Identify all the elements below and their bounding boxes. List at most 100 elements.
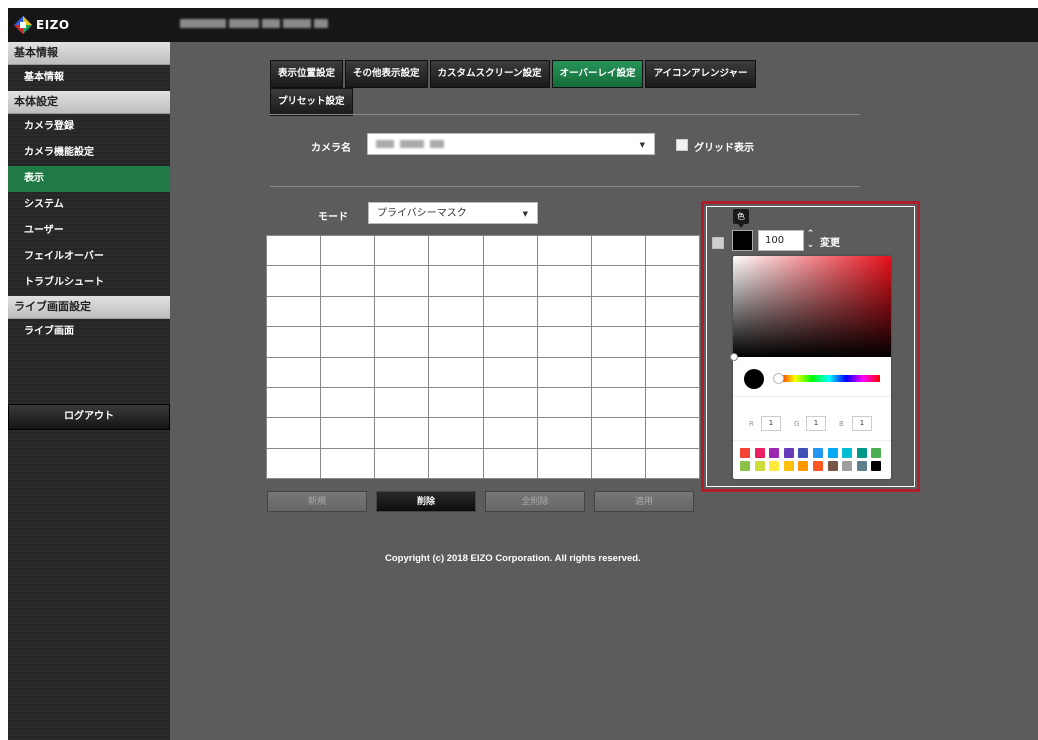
r-input[interactable]: 1 bbox=[761, 416, 781, 431]
mask-grid-cell[interactable] bbox=[537, 327, 591, 357]
hue-slider[interactable] bbox=[773, 373, 880, 384]
opacity-input[interactable]: 100 bbox=[758, 230, 804, 251]
palette-swatch[interactable] bbox=[812, 448, 823, 458]
mask-grid-cell[interactable] bbox=[429, 357, 483, 387]
mask-grid-cell[interactable] bbox=[591, 266, 645, 296]
mask-grid-cell[interactable] bbox=[429, 387, 483, 418]
palette-swatch[interactable] bbox=[871, 461, 882, 471]
mask-grid-cell[interactable] bbox=[591, 418, 645, 448]
palette-swatch[interactable] bbox=[754, 448, 765, 458]
mask-grid-cell[interactable] bbox=[375, 418, 429, 448]
mask-grid-cell[interactable] bbox=[591, 387, 645, 418]
sidebar-item-1-1[interactable]: カメラ機能設定 bbox=[8, 140, 170, 166]
palette-swatch[interactable] bbox=[769, 461, 780, 471]
palette-swatch[interactable] bbox=[856, 448, 867, 458]
mask-grid-cell[interactable] bbox=[537, 296, 591, 327]
sidebar-item-1-4[interactable]: ユーザー bbox=[8, 218, 170, 244]
palette-swatch[interactable] bbox=[812, 461, 823, 471]
mask-grid-cell[interactable] bbox=[483, 266, 537, 296]
mask-grid-cell[interactable] bbox=[375, 387, 429, 418]
mask-grid-cell[interactable] bbox=[321, 236, 375, 266]
chevron-down-icon[interactable]: ⌄ bbox=[805, 240, 816, 251]
mask-grid-cell[interactable] bbox=[267, 236, 321, 266]
logout-button[interactable]: ログアウト bbox=[8, 404, 170, 430]
sidebar-item-1-5[interactable]: フェイルオーバー bbox=[8, 244, 170, 270]
palette-swatch[interactable] bbox=[740, 448, 750, 458]
mode-select[interactable]: プライバシーマスク ▼ bbox=[368, 202, 538, 224]
mask-grid-cell[interactable] bbox=[591, 296, 645, 327]
current-color-swatch[interactable] bbox=[732, 230, 753, 251]
mask-grid-cell[interactable] bbox=[375, 266, 429, 296]
delete-button[interactable]: 削除 bbox=[376, 491, 476, 512]
mask-grid-cell[interactable] bbox=[375, 296, 429, 327]
mask-grid-cell[interactable] bbox=[267, 266, 321, 296]
new-button[interactable]: 新規 bbox=[267, 491, 367, 512]
tab-row1-3[interactable]: オーバーレイ設定 bbox=[551, 60, 644, 88]
mask-grid-cell[interactable] bbox=[537, 387, 591, 418]
mask-grid-cell[interactable] bbox=[483, 448, 537, 478]
sidebar-item-1-2[interactable]: 表示 bbox=[8, 166, 170, 192]
mask-grid-cell[interactable] bbox=[645, 357, 699, 387]
mask-grid-cell[interactable] bbox=[645, 266, 699, 296]
palette-swatch[interactable] bbox=[827, 448, 838, 458]
mask-grid-cell[interactable] bbox=[483, 296, 537, 327]
mask-grid-cell[interactable] bbox=[591, 448, 645, 478]
palette-swatch[interactable] bbox=[740, 461, 750, 471]
mask-grid-cell[interactable] bbox=[321, 296, 375, 327]
palette-swatch[interactable] bbox=[769, 448, 780, 458]
sv-handle[interactable] bbox=[730, 353, 738, 361]
mask-grid-cell[interactable] bbox=[321, 387, 375, 418]
palette-swatch[interactable] bbox=[827, 461, 838, 471]
mask-grid-cell[interactable] bbox=[267, 448, 321, 478]
tab-row1-0[interactable]: 表示位置設定 bbox=[270, 60, 344, 88]
palette-swatch[interactable] bbox=[871, 448, 882, 458]
mask-grid-cell[interactable] bbox=[645, 327, 699, 357]
mask-grid-cell[interactable] bbox=[645, 448, 699, 478]
mask-grid-cell[interactable] bbox=[375, 327, 429, 357]
mask-grid-cell[interactable] bbox=[321, 357, 375, 387]
mask-grid-cell[interactable] bbox=[537, 418, 591, 448]
mask-grid-cell[interactable] bbox=[429, 448, 483, 478]
tab-row1-1[interactable]: その他表示設定 bbox=[345, 60, 428, 88]
palette-swatch[interactable] bbox=[754, 461, 765, 471]
sidebar-item-1-0[interactable]: カメラ登録 bbox=[8, 114, 170, 140]
b-input[interactable]: 1 bbox=[852, 416, 872, 431]
mask-grid-cell[interactable] bbox=[375, 448, 429, 478]
mask-grid-cell[interactable] bbox=[591, 236, 645, 266]
mask-grid-cell[interactable] bbox=[267, 296, 321, 327]
mask-grid-cell[interactable] bbox=[483, 236, 537, 266]
mask-grid-cell[interactable] bbox=[483, 387, 537, 418]
mask-grid-cell[interactable] bbox=[429, 418, 483, 448]
mask-grid-cell[interactable] bbox=[537, 357, 591, 387]
sidebar-item-0-0[interactable]: 基本情報 bbox=[8, 65, 170, 91]
mask-grid-cell[interactable] bbox=[267, 357, 321, 387]
hue-slider-handle[interactable] bbox=[773, 373, 784, 384]
tab-row1-4[interactable]: アイコンアレンジャー bbox=[645, 60, 756, 88]
mask-grid-cell[interactable] bbox=[429, 296, 483, 327]
sidebar-item-1-6[interactable]: トラブルシュート bbox=[8, 270, 170, 296]
camera-name-select[interactable]: ▼ bbox=[367, 133, 655, 155]
mask-grid-cell[interactable] bbox=[483, 327, 537, 357]
palette-swatch[interactable] bbox=[783, 461, 794, 471]
mask-grid-cell[interactable] bbox=[645, 418, 699, 448]
delete-all-button[interactable]: 全削除 bbox=[485, 491, 585, 512]
apply-button[interactable]: 適用 bbox=[594, 491, 694, 512]
mask-grid-cell[interactable] bbox=[267, 387, 321, 418]
mask-grid-cell[interactable] bbox=[429, 236, 483, 266]
mask-grid-cell[interactable] bbox=[267, 418, 321, 448]
mask-grid-cell[interactable] bbox=[645, 296, 699, 327]
mask-grid-cell[interactable] bbox=[645, 236, 699, 266]
mask-grid-cell[interactable] bbox=[429, 327, 483, 357]
mask-grid-cell[interactable] bbox=[375, 357, 429, 387]
mask-grid-cell[interactable] bbox=[321, 266, 375, 296]
palette-swatch[interactable] bbox=[842, 461, 853, 471]
chevron-up-icon[interactable]: ⌃ bbox=[805, 229, 816, 240]
mask-grid-cell[interactable] bbox=[429, 266, 483, 296]
mask-grid-cell[interactable] bbox=[321, 448, 375, 478]
sidebar-item-1-3[interactable]: システム bbox=[8, 192, 170, 218]
mask-grid-cell[interactable] bbox=[483, 357, 537, 387]
palette-swatch[interactable] bbox=[798, 461, 809, 471]
opacity-stepper[interactable]: ⌃ ⌄ bbox=[805, 229, 816, 251]
palette-swatch[interactable] bbox=[783, 448, 794, 458]
tab-row1-2[interactable]: カスタムスクリーン設定 bbox=[429, 60, 550, 88]
